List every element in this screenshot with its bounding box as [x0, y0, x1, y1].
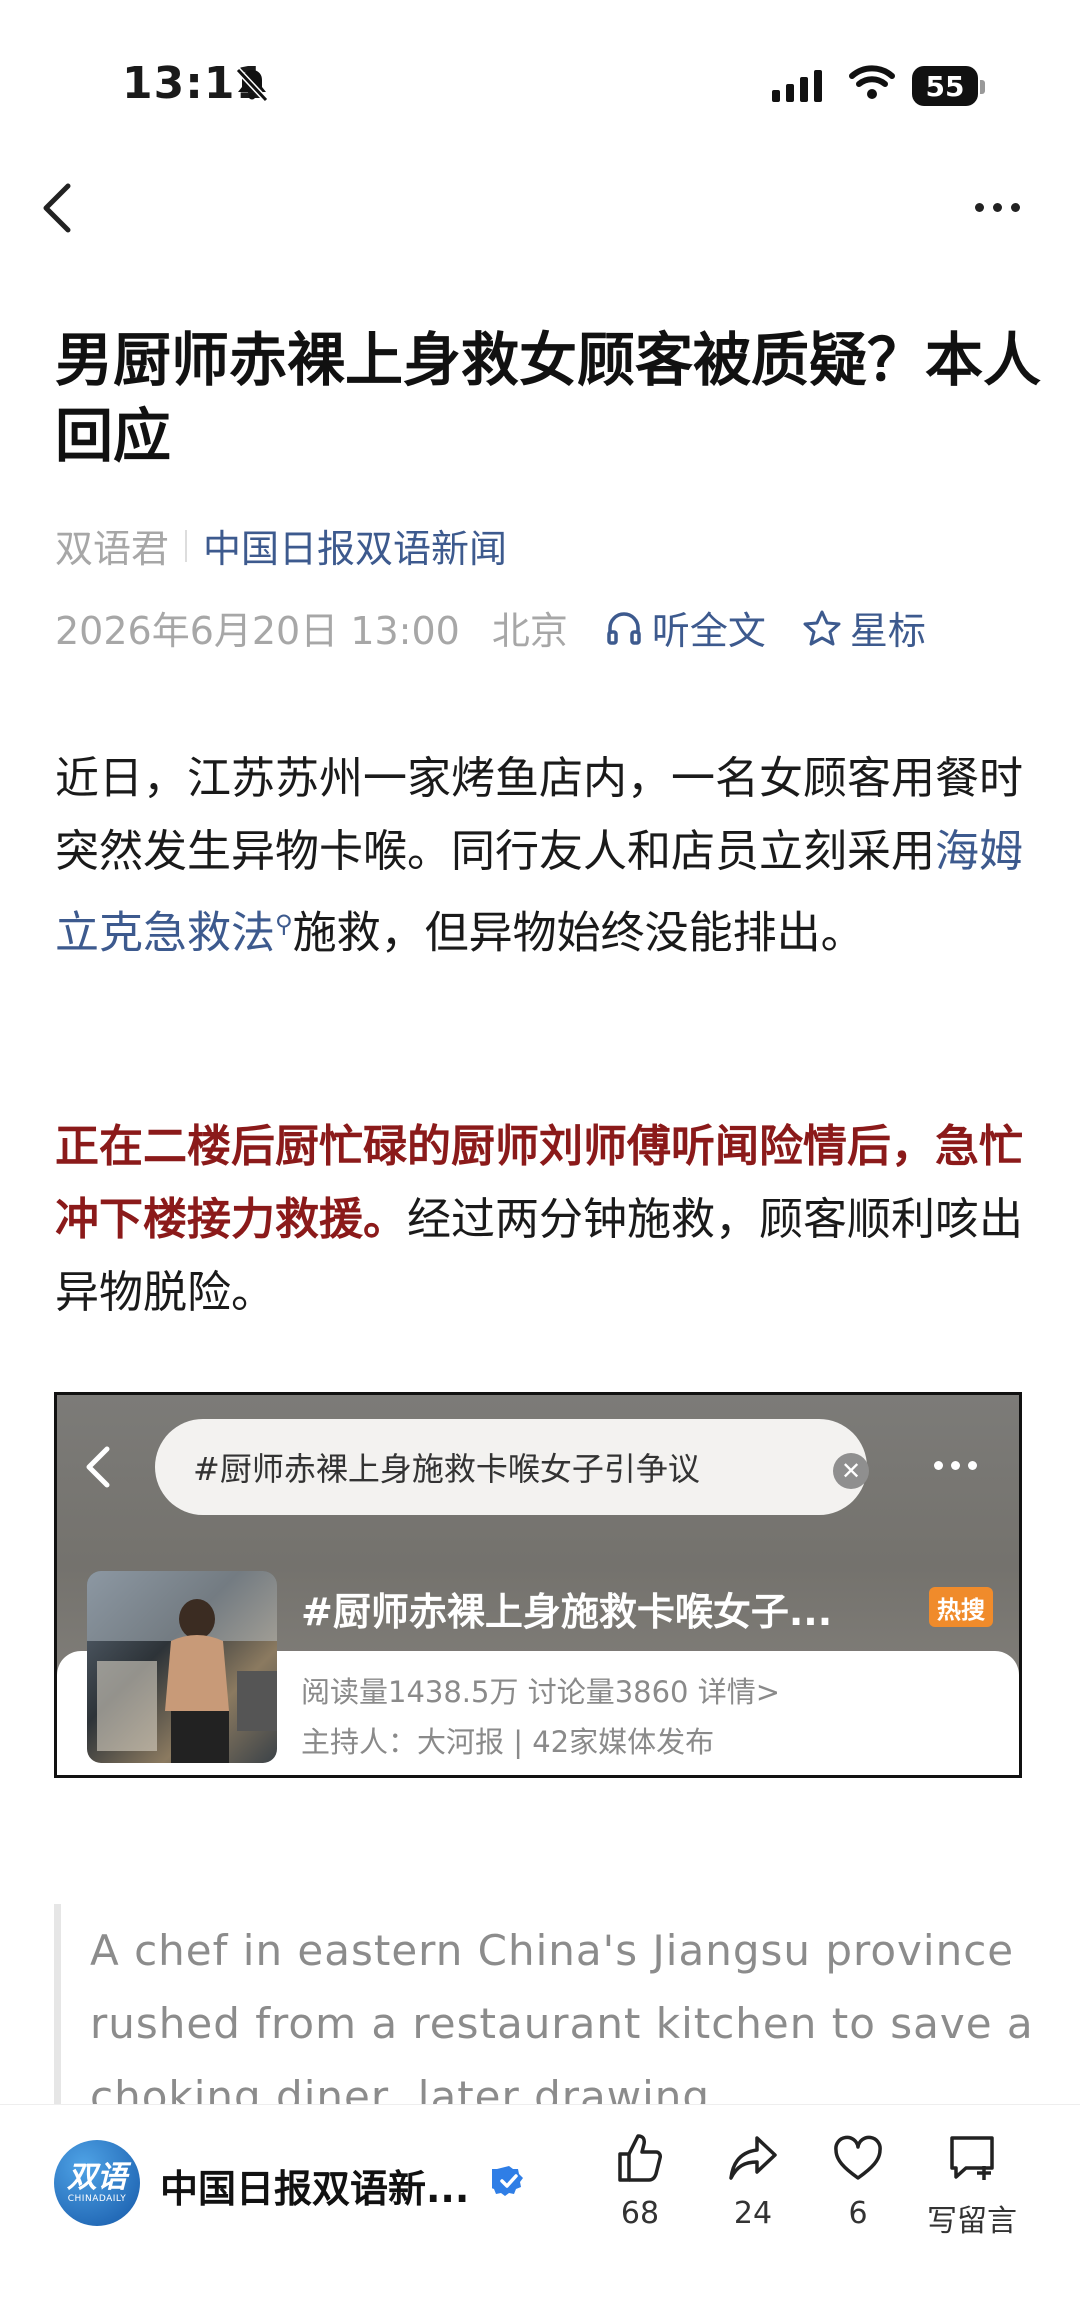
verified-icon	[487, 2164, 526, 2202]
author-name: 双语君	[55, 527, 170, 571]
paragraph-1-text-b: 施救，但异物始终没能排出。	[292, 907, 865, 959]
embed-search-bar: #厨师赤裸上身施救卡喉女子引争议	[155, 1419, 867, 1515]
thumbs-up-icon	[618, 2134, 662, 2182]
chevron-left-icon	[43, 183, 71, 233]
star-icon	[803, 610, 841, 645]
listen-label: 听全文	[651, 609, 766, 653]
logo-subtext: CHINADAILY	[67, 2194, 127, 2204]
english-quote: A chef in eastern China's Jiangsu provin…	[90, 1926, 1034, 2121]
topic-host: 主持人：大河报 | 42家媒体发布	[301, 1725, 715, 1759]
publish-location: 北京	[491, 609, 568, 653]
like-count: 68	[620, 2196, 660, 2231]
star-button[interactable]: 星标	[802, 600, 926, 655]
cellular-signal-icon	[772, 70, 822, 102]
share-icon	[729, 2136, 777, 2180]
headphones-icon	[607, 611, 641, 645]
wifi-icon	[848, 62, 896, 106]
article-title: 男厨师赤裸上身救女顾客被质疑？本人回应	[55, 326, 1042, 470]
more-options-button[interactable]	[975, 192, 1035, 222]
paragraph-1-text-a: 近日，江苏苏州一家烤鱼店内，一名女顾客用餐时突然发生异物卡喉。同行友人和店员立刻…	[55, 753, 1023, 877]
back-button[interactable]	[38, 180, 88, 240]
paragraph-2: 正在二楼后厨忙碌的厨师刘师傅听闻险情后，急忙冲下楼接力救援。经过两分钟施救，顾客…	[55, 1110, 1030, 1329]
embedded-screenshot: #厨师赤裸上身施救卡喉女子引争议 ✕ #厨师赤裸上身施救卡喉女子... 热搜 阅…	[54, 1392, 1022, 1778]
publish-date: 2026年6月20日 13:00	[55, 609, 460, 653]
byline-divider	[185, 529, 188, 562]
heart-icon	[834, 2135, 882, 2180]
paragraph-1: 近日，江苏苏州一家烤鱼店内，一名女顾客用餐时突然发生异物卡喉。同行友人和店员立刻…	[55, 742, 1030, 970]
favorite-count: 6	[848, 2196, 868, 2231]
listen-button[interactable]: 听全文	[604, 600, 766, 655]
share-button[interactable]: 24	[703, 2130, 803, 2231]
bell-muted-icon	[232, 64, 272, 108]
embed-back-icon	[83, 1445, 113, 1493]
battery-cap	[980, 80, 985, 94]
battery-icon: 55	[912, 66, 978, 106]
topic-thumbnail	[87, 1571, 277, 1763]
source-link[interactable]: 中国日报双语新闻	[203, 518, 507, 573]
comment-label: 写留言	[927, 2204, 1017, 2239]
star-label: 星标	[849, 609, 926, 653]
logo-text: 双语	[67, 2160, 127, 2195]
share-count: 24	[733, 2196, 773, 2231]
like-button[interactable]: 68	[590, 2130, 690, 2231]
channel-avatar[interactable]: 双语 CHINADAILY	[54, 2140, 140, 2226]
clear-icon: ✕	[833, 1453, 869, 1489]
channel-name[interactable]: 中国日报双语新...	[160, 2158, 469, 2213]
search-icon[interactable]: ⚲	[275, 910, 293, 938]
embed-more-icon	[934, 1461, 977, 1470]
favorite-button[interactable]: 6	[808, 2130, 908, 2231]
quote-bar	[54, 1904, 61, 2124]
comment-button[interactable]: 写留言	[922, 2130, 1022, 2240]
hot-badge: 热搜	[929, 1587, 993, 1627]
article-meta: 2026年6月20日 13:00 北京 听全文 星标	[55, 600, 926, 655]
topic-stats: 阅读量1438.5万 讨论量3860 详情>	[301, 1675, 781, 1709]
topic-title: #厨师赤裸上身施救卡喉女子...	[301, 1590, 833, 1634]
byline: 双语君 中国日报双语新闻	[55, 518, 507, 573]
comment-add-icon	[950, 2136, 994, 2180]
